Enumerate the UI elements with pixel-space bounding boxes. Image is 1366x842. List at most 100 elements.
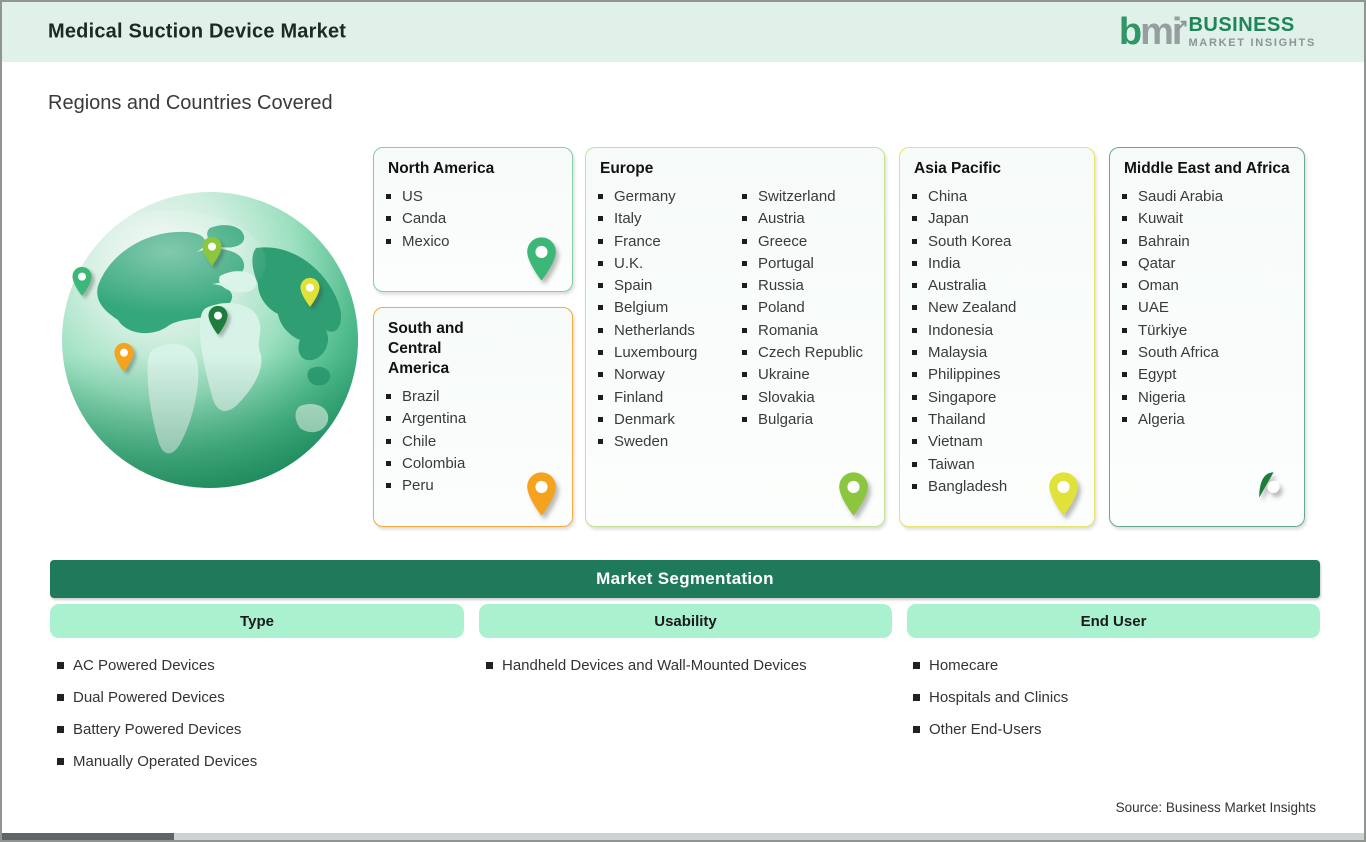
list-item: Germany [598,186,732,208]
globe-pin-south-america-icon [114,342,134,372]
list-item-label: Dual Powered Devices [73,689,225,706]
list-item-label: Mexico [402,232,450,250]
region-card-title: South and Central America [388,320,464,377]
list-item: Philippines [912,364,1082,386]
scrollbar-thumb[interactable] [2,833,174,840]
logo-arrow-icon: ↗ [1174,16,1189,35]
list-item-label: Bulgaria [758,410,814,428]
bullet-icon [912,283,917,289]
bullet-icon [1122,350,1127,356]
list-item-label: India [928,254,961,272]
list-item-label: Germany [614,188,676,205]
list-item-label: Russia [758,277,804,295]
bullet-icon [742,372,747,378]
bullet-icon [386,194,391,199]
list-item-label: Taiwan [928,455,975,473]
list-item-label: Poland [758,299,805,317]
list-item: Türkiye [1122,320,1292,342]
bullet-icon [598,216,603,222]
source-credit: Source: Business Market Insights [1115,800,1316,815]
logo-line-market-insights: MARKET INSIGHTS [1188,37,1316,49]
list-item: Malaysia [912,342,1082,364]
list-item: Sweden [598,431,732,453]
list-item-label: Qatar [1138,254,1176,272]
list-item-label: Singapore [928,388,997,406]
bullet-icon [742,350,747,356]
list-item-label: Switzerland [758,188,836,205]
list-item: Chile [386,431,560,453]
list-item-label: Ukraine [758,366,810,384]
region-card-title: North America [388,160,495,177]
bullet-icon [386,216,391,222]
list-item: Bulgaria [742,409,876,431]
bullet-icon [1122,416,1127,422]
region-card-middle-east-africa: Middle East and Africa Saudi Arabia Kuwai… [1109,147,1305,527]
list-item-label: Homecare [929,657,999,674]
list-item: Portugal [742,253,876,275]
horizontal-scrollbar[interactable] [2,833,1364,840]
bmi-logo: bmi ↗ BUSINESS MARKET INSIGHTS [1119,8,1316,56]
segment-pill-usability: Usability [479,604,892,638]
list-item-label: Manually Operated Devices [73,753,258,770]
logo-letter-b: b [1118,11,1142,53]
region-card-asia-pacific: Asia Pacific China Japan South Korea India A… [899,147,1095,527]
list-item: Qatar [1122,253,1292,275]
list-item: Bahrain [1122,231,1292,253]
bullet-icon [1122,327,1127,333]
list-item: Spain [598,275,732,297]
bullet-icon [598,194,603,199]
bullet-icon [1122,194,1127,199]
list-item-label: Luxembourg [614,344,698,362]
list-item: Indonesia [912,320,1082,342]
list-item: Romania [742,320,876,342]
bullet-icon [1122,260,1127,266]
list-item: Switzerland [742,186,876,208]
list-item: Saudi Arabia [1122,186,1292,208]
list-item: South Korea [912,231,1082,253]
list-item: Vietnam [912,431,1082,453]
bullet-icon [912,439,917,445]
map-pin-icon [527,472,556,516]
bullet-icon [742,416,747,422]
globe-pin-europe-icon [202,236,222,266]
list-item-label: Australia [928,277,987,295]
bullet-icon [57,662,64,669]
list-item-label: US [402,188,423,205]
map-pin-icon [1259,472,1280,498]
list-item: Russia [742,275,876,297]
list-item-label: Oman [1138,277,1179,295]
list-item: Austria [742,208,876,230]
list-item: Nigeria [1122,387,1292,409]
list-item: Belgium [598,297,732,319]
list-item-label: Colombia [402,454,466,472]
bullet-icon [913,726,920,733]
segmentation-title: Market Segmentation [596,569,774,588]
list-item: New Zealand [912,297,1082,319]
list-item-label: Sweden [614,433,669,451]
bullet-icon [1122,394,1127,400]
bullet-icon [598,372,603,378]
bullet-icon [912,372,917,378]
bullet-icon [57,694,64,701]
list-item-label: Chile [402,432,437,450]
logo-letter-m: m [1140,11,1174,53]
list-item: U.K. [598,253,732,275]
list-item-label: Hospitals and Clinics [929,689,1069,706]
list-item: US [386,186,560,208]
list-item: Handheld Devices and Wall-Mounted Device… [486,650,807,682]
bullet-icon [598,283,603,289]
list-item-label: Czech Republic [758,344,864,362]
infographic-page: Medical Suction Device Market bmi ↗ BUSI… [0,0,1366,842]
list-item-label: Canda [402,210,447,228]
list-item-label: Vietnam [928,433,983,451]
bullet-icon [912,194,917,199]
list-item: Hospitals and Clinics [913,682,1068,714]
list-item-label: Peru [402,477,434,495]
globe-graphic [62,192,358,488]
bullet-icon [912,327,917,333]
list-item: UAE [1122,297,1292,319]
bullet-icon [912,416,917,422]
region-card-title: Middle East and Africa [1124,160,1290,177]
bullet-icon [57,758,64,765]
bullet-icon [598,394,603,400]
